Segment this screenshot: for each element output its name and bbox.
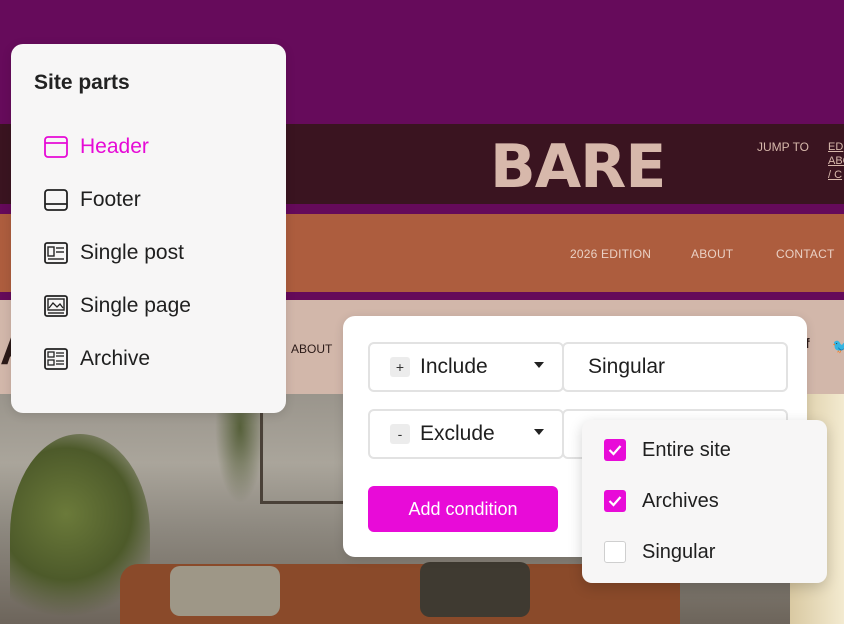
site-part-label: Single post — [80, 241, 184, 264]
minus-icon: - — [390, 424, 410, 444]
option-entire-site[interactable]: Entire site — [604, 437, 731, 463]
jump-links: ED ABO / C — [828, 140, 844, 182]
exclude-select[interactable]: - Exclude — [368, 409, 564, 459]
checkbox-unchecked[interactable] — [604, 541, 626, 563]
site-parts-title: Site parts — [34, 71, 130, 94]
single-page-icon — [44, 294, 68, 318]
jump-to-label: JUMP TO — [757, 140, 810, 154]
add-condition-button[interactable]: Add condition — [368, 486, 558, 532]
pillow — [420, 562, 530, 617]
condition-type-label: Exclude — [420, 422, 495, 445]
nav-link-contact: CONTACT — [776, 247, 835, 261]
header-layout-icon — [44, 135, 68, 159]
footer-layout-icon — [44, 188, 68, 212]
site-logo: BARE — [490, 132, 666, 202]
condition-value-label: Singular — [588, 355, 666, 378]
site-part-label: Archive — [80, 347, 151, 370]
jump-link: ED — [828, 141, 844, 153]
site-part-label: Footer — [80, 188, 141, 211]
plus-icon: + — [390, 357, 410, 377]
option-singular[interactable]: Singular — [604, 539, 715, 565]
subheader-about-link: ABOUT — [291, 342, 333, 356]
include-select[interactable]: + Include — [368, 342, 564, 392]
condition-options-dropdown: Entire site Archives Singular — [582, 420, 827, 583]
option-archives[interactable]: Archives — [604, 488, 719, 514]
checkbox-checked[interactable] — [604, 439, 626, 461]
site-part-single-post[interactable]: Single post — [44, 238, 184, 268]
chevron-down-icon — [534, 362, 544, 368]
site-part-footer[interactable]: Footer — [44, 185, 141, 215]
single-post-icon — [44, 241, 68, 265]
option-label: Singular — [642, 540, 716, 563]
pillow — [170, 566, 280, 616]
site-part-archive[interactable]: Archive — [44, 344, 150, 374]
option-label: Entire site — [642, 438, 731, 461]
site-part-header[interactable]: Header — [44, 132, 149, 162]
jump-link: / C — [828, 169, 843, 181]
option-label: Archives — [642, 489, 719, 512]
archive-icon — [44, 347, 68, 371]
condition-type-label: Include — [420, 355, 488, 378]
chevron-down-icon — [534, 429, 544, 435]
include-value-select[interactable]: Singular — [562, 342, 788, 392]
site-part-label: Header — [80, 135, 149, 158]
jump-link: ABO — [828, 155, 844, 167]
checkbox-checked[interactable] — [604, 490, 626, 512]
site-part-single-page[interactable]: Single page — [44, 291, 191, 321]
twitter-icon: 🐦 — [832, 338, 844, 354]
nav-link-about: ABOUT — [691, 247, 734, 261]
nav-link-edition: 2026 EDITION — [570, 247, 652, 261]
site-part-label: Single page — [80, 294, 191, 317]
site-parts-panel: Site parts Header Footer Single post Sin… — [11, 44, 286, 413]
